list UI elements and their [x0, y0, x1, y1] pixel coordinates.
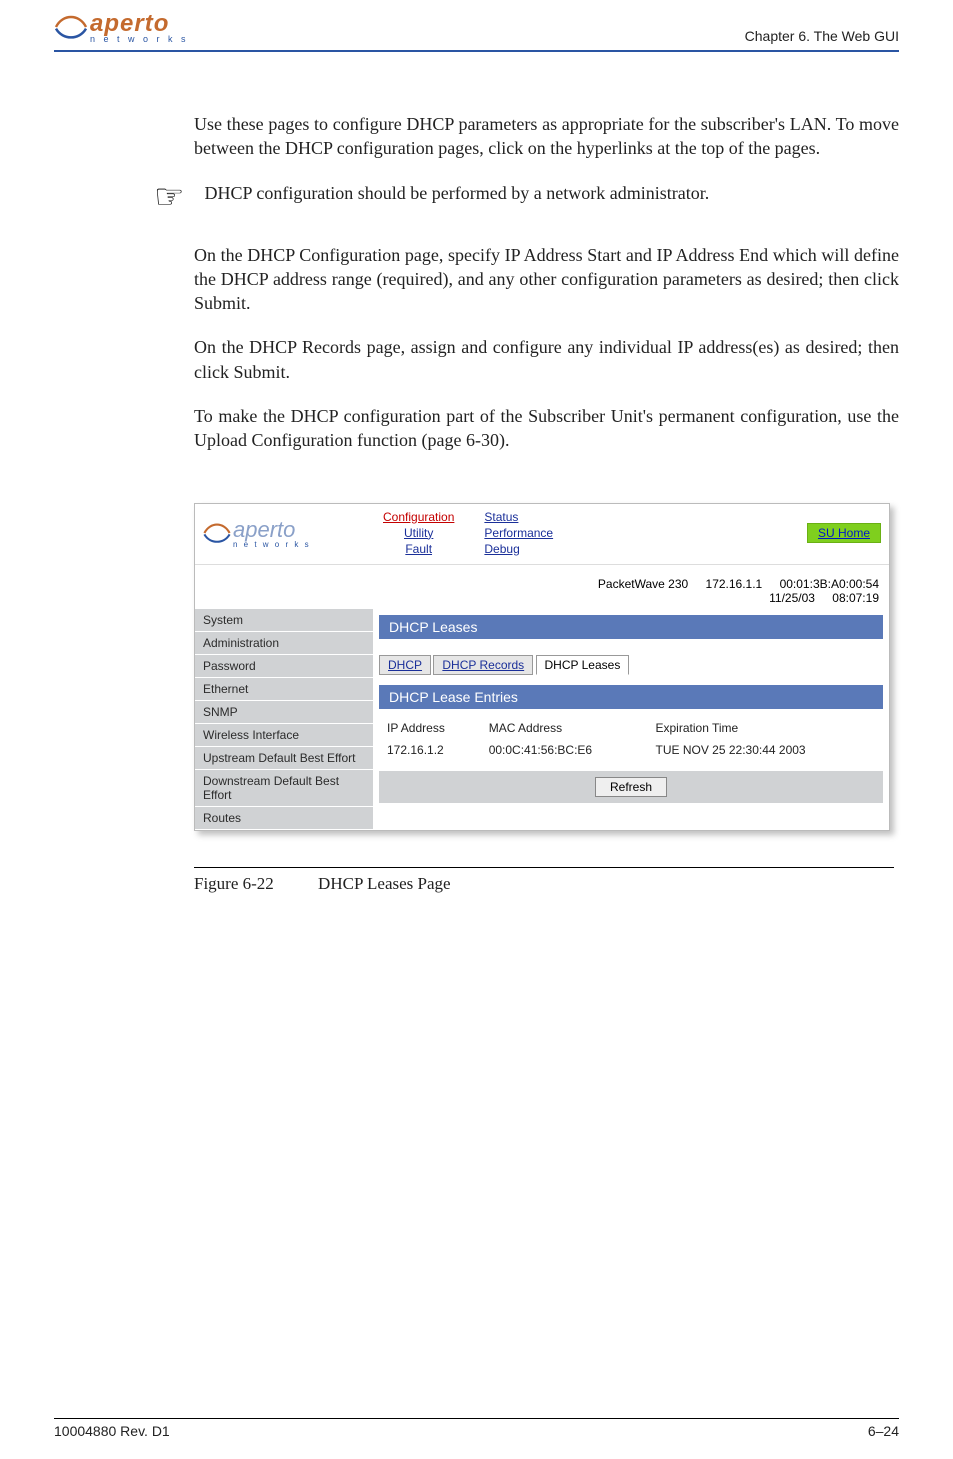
paragraph-records: On the DHCP Records page, assign and con… [194, 335, 899, 384]
page-cross-ref[interactable]: page 6-30 [427, 430, 498, 450]
doc-id: 10004880 Rev. D1 [54, 1423, 170, 1439]
figure-rule [194, 867, 894, 868]
nav-link-status[interactable]: Status [484, 510, 553, 524]
pointing-hand-icon: ☞ [154, 181, 184, 215]
cell-ip: 172.16.1.2 [381, 741, 481, 759]
note-text: DHCP configuration should be performed b… [204, 181, 709, 205]
nav-link-fault[interactable]: Fault [383, 542, 454, 556]
device-time: 08:07:19 [832, 591, 879, 605]
page-header: aperto n e t w o r k s Chapter 6. The We… [54, 10, 899, 52]
lease-table: IP Address MAC Address Expiration Time 1… [379, 715, 883, 761]
nav-link-configuration[interactable]: Configuration [383, 510, 454, 524]
table-header-row: IP Address MAC Address Expiration Time [381, 717, 881, 739]
figure-number: Figure 6-22 [194, 874, 274, 893]
screenshot-dhcp-leases: aperto n e t w o r k s Configuration Uti… [194, 503, 890, 831]
device-info-bar: PacketWave 230 172.16.1.1 00:01:3B:A0:00… [195, 565, 889, 609]
nav-link-utility[interactable]: Utility [383, 526, 454, 540]
gui-header: aperto n e t w o r k s Configuration Uti… [195, 504, 889, 565]
col-mac: MAC Address [483, 717, 648, 739]
col-exp: Expiration Time [650, 717, 882, 739]
note-callout: ☞ DHCP configuration should be performed… [154, 181, 899, 215]
body-copy: Use these pages to configure DHCP parame… [194, 112, 899, 453]
content-area: DHCP Leases DHCP DHCP Records DHCP Lease… [373, 609, 889, 813]
sidemenu-wireless[interactable]: Wireless Interface [195, 724, 373, 747]
su-home-container: SU Home [807, 510, 881, 556]
sidemenu-snmp[interactable]: SNMP [195, 701, 373, 724]
sidemenu-ethernet[interactable]: Ethernet [195, 678, 373, 701]
refresh-button[interactable]: Refresh [595, 777, 667, 797]
su-home-button[interactable]: SU Home [807, 523, 881, 543]
cell-exp: TUE NOV 25 22:30:44 2003 [650, 741, 882, 759]
device-mac: 00:01:3B:A0:00:54 [780, 577, 879, 591]
aperto-swoosh-icon [203, 520, 231, 546]
chapter-label: Chapter 6. [745, 28, 810, 44]
refresh-bar: Refresh [379, 771, 883, 803]
figure-caption: Figure 6-22 DHCP Leases Page [194, 874, 899, 894]
tab-dhcp-leases[interactable]: DHCP Leases [536, 655, 630, 675]
sidemenu-routes[interactable]: Routes [195, 807, 373, 830]
aperto-swoosh-icon [54, 12, 88, 42]
sidemenu-password[interactable]: Password [195, 655, 373, 678]
chapter-title: The Web GUI [814, 28, 899, 44]
side-menu: System Administration Password Ethernet … [195, 609, 373, 830]
device-ip: 172.16.1.1 [706, 577, 763, 591]
nav-link-debug[interactable]: Debug [484, 542, 553, 556]
brand-subtitle: n e t w o r k s [90, 34, 189, 44]
paragraph-upload: To make the DHCP configuration part of t… [194, 404, 899, 453]
page-number: 6–24 [868, 1423, 899, 1439]
device-model: PacketWave 230 [598, 577, 688, 591]
cell-mac: 00:0C:41:56:BC:E6 [483, 741, 648, 759]
page-footer: 10004880 Rev. D1 6–24 [54, 1418, 899, 1439]
panel-lease-entries: DHCP Lease Entries [379, 685, 883, 709]
nav-link-performance[interactable]: Performance [484, 526, 553, 540]
sidemenu-upstream[interactable]: Upstream Default Best Effort [195, 747, 373, 770]
nav-group-left: Configuration Utility Fault [383, 510, 454, 556]
col-ip: IP Address [381, 717, 481, 739]
table-row: 172.16.1.2 00:0C:41:56:BC:E6 TUE NOV 25 … [381, 741, 881, 759]
figure-title: DHCP Leases Page [318, 874, 451, 893]
gui-logo: aperto n e t w o r k s [203, 510, 353, 556]
chapter-reference: Chapter 6. The Web GUI [745, 28, 899, 44]
tab-dhcp[interactable]: DHCP [379, 655, 431, 675]
paragraph-config: On the DHCP Configuration page, specify … [194, 243, 899, 316]
tab-row: DHCP DHCP Records DHCP Leases [379, 655, 883, 675]
tab-dhcp-records[interactable]: DHCP Records [433, 655, 533, 675]
device-date: 11/25/03 [769, 591, 815, 605]
paragraph-intro: Use these pages to configure DHCP parame… [194, 112, 899, 161]
sidemenu-system[interactable]: System [195, 609, 373, 632]
sidemenu-administration[interactable]: Administration [195, 632, 373, 655]
panel-dhcp-leases: DHCP Leases [379, 615, 883, 639]
nav-group-right: Status Performance Debug [484, 510, 553, 556]
brand-name: aperto [90, 10, 169, 37]
brand-logo: aperto n e t w o r k s [54, 10, 189, 44]
sidemenu-downstream[interactable]: Downstream Default Best Effort [195, 770, 373, 807]
